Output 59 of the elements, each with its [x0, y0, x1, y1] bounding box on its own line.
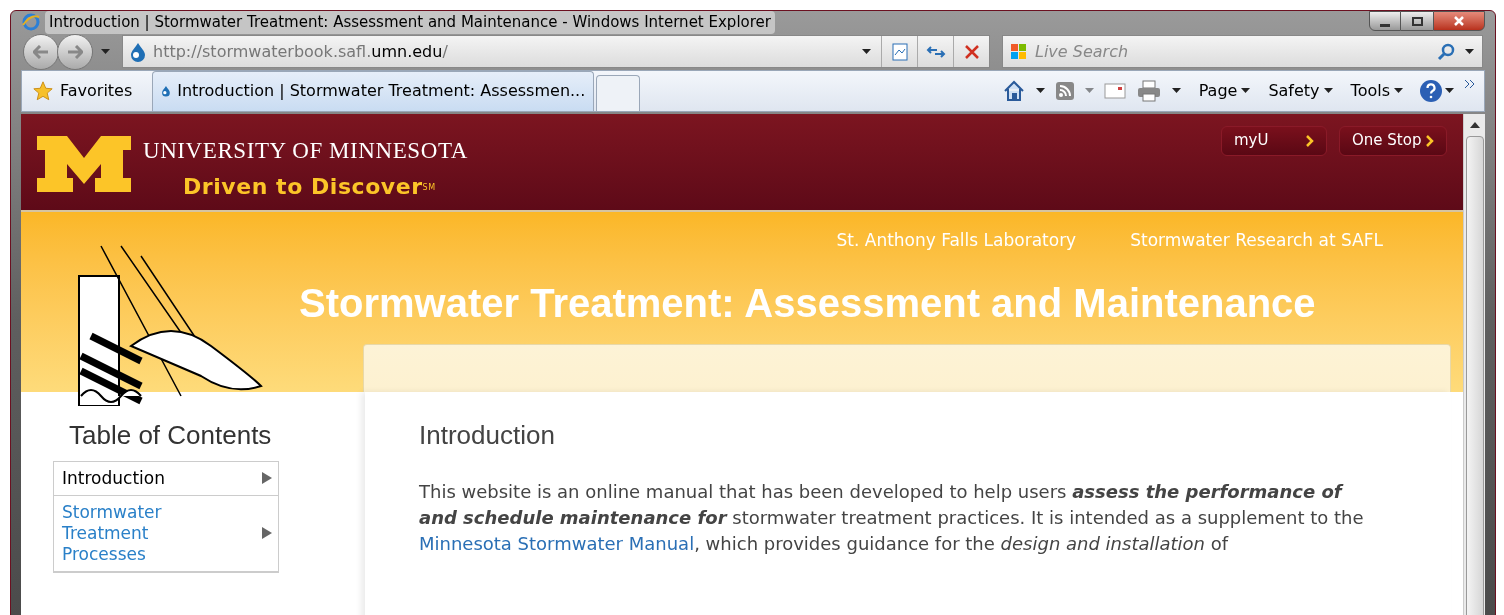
article-heading: Introduction	[419, 418, 556, 452]
address-field[interactable]: http://stormwaterbook.safl.umn.edu/	[122, 35, 990, 68]
caret-icon	[1323, 88, 1333, 93]
drop-icon	[129, 41, 147, 62]
command-menu[interactable]: Tools	[1350, 78, 1403, 103]
close-button[interactable]	[1433, 11, 1485, 31]
caret-icon	[1241, 88, 1251, 93]
refresh-icon	[925, 43, 946, 60]
search-field[interactable]: Live Search	[1002, 35, 1483, 68]
command-menu[interactable]: Page	[1198, 78, 1251, 103]
chevron-right-icon	[1426, 134, 1434, 147]
feed-icon	[1054, 80, 1075, 101]
flag-logo-icon	[1009, 42, 1029, 61]
triangle-right-icon	[262, 527, 272, 539]
toc-item[interactable]: Introduction	[54, 461, 278, 496]
caret-icon	[1084, 88, 1094, 93]
toc-title: Table of Contents	[69, 418, 273, 452]
browser-logo-icon	[21, 12, 41, 33]
stop-icon	[964, 44, 979, 59]
manual-link[interactable]: Minnesota Stormwater Manual	[419, 532, 695, 554]
caret-icon	[1394, 88, 1403, 93]
help-icon	[1419, 78, 1443, 103]
caret-icon	[1171, 88, 1181, 93]
intro-paragraph: This website is an online manual that has been developed to help users assess the performance of and schedule maintenance for stormwater treatment practices. It is intended as a supplement to the Minnesota Stormwater Manual, which provides guidance for the design and installation of	[419, 479, 1365, 556]
search-icon	[1437, 42, 1455, 61]
command-menu[interactable]: Safety	[1268, 78, 1333, 103]
chevron-icon	[1464, 78, 1476, 89]
star-icon	[32, 79, 54, 102]
triangle-right-icon	[262, 472, 272, 484]
chevron-right-icon	[1306, 134, 1314, 147]
back-arrow-icon	[33, 44, 49, 59]
caret-icon	[862, 49, 871, 54]
caret-icon	[1445, 88, 1454, 93]
forward-button[interactable]	[57, 33, 93, 70]
window-title: Introduction | Stormwater Treatment: Assessment and Maintenance - Windows Internet Explorer	[45, 11, 775, 34]
mail-icon	[1103, 82, 1126, 99]
university-wordmark: UNIVERSITY OF MINNESOTA	[143, 136, 468, 165]
caret-icon	[1465, 49, 1474, 54]
header-link[interactable]: One Stop	[1339, 125, 1447, 156]
search-input[interactable]: Live Search	[1035, 39, 1437, 64]
header-link[interactable]: myU	[1221, 125, 1327, 156]
scrollbar-thumb[interactable]	[1465, 135, 1484, 615]
caret-icon	[1035, 88, 1045, 93]
page-icon	[891, 42, 908, 61]
maximize-button[interactable]	[1401, 11, 1433, 31]
printer-icon	[1135, 78, 1162, 103]
toc-item[interactable]: Stormwater Treatment Processes	[54, 495, 278, 572]
close-icon	[1454, 16, 1464, 26]
forward-arrow-icon	[67, 44, 83, 59]
block-m-logo-icon	[37, 135, 131, 192]
caret-icon	[101, 49, 110, 54]
browser-tab[interactable]: Introduction | Stormwater Treatment: Assessmen...	[152, 70, 595, 111]
minimize-button[interactable]	[1369, 11, 1401, 31]
scroll-up-icon	[1469, 121, 1480, 128]
help-button[interactable]	[1419, 78, 1454, 103]
site-title: Stormwater Treatment: Assessment and Maintenance	[299, 280, 1317, 327]
back-button[interactable]	[23, 33, 59, 70]
favorites-button[interactable]: Favorites	[32, 70, 153, 111]
tagline: Driven to Discover$^{SM}$	[183, 172, 437, 201]
